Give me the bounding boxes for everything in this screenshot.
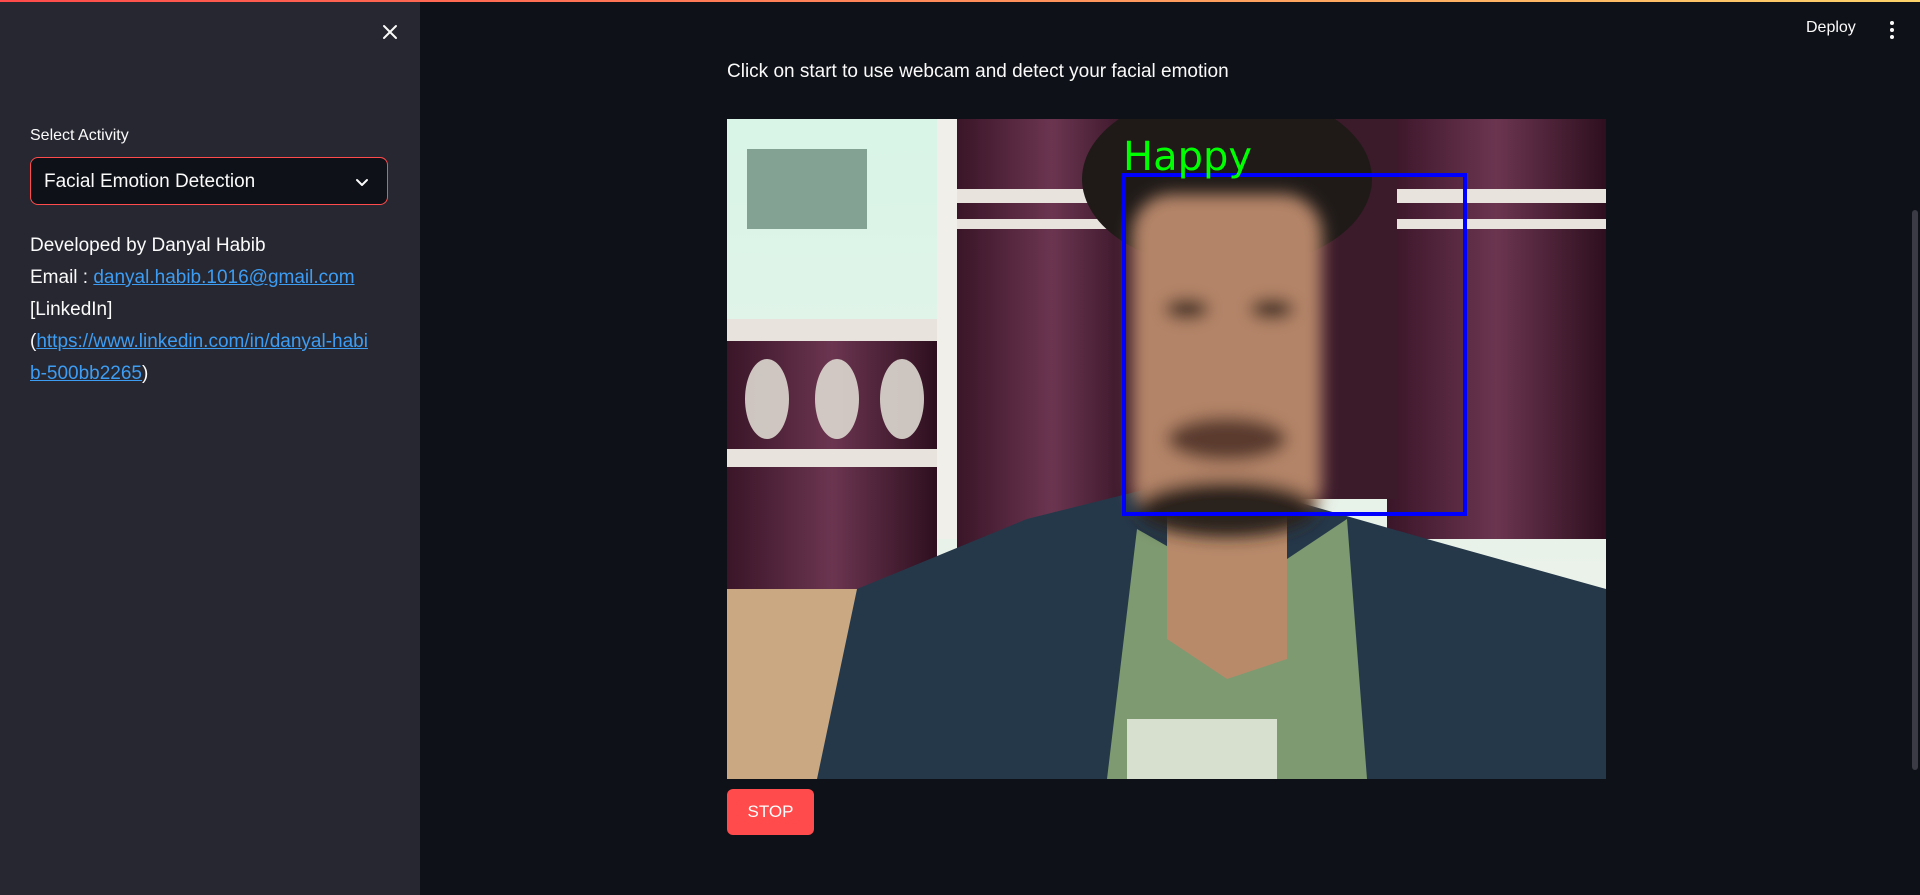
email-prefix: Email : bbox=[30, 267, 94, 288]
linkedin-line: (https://www.linkedin.com/in/danyal-habi… bbox=[30, 326, 370, 390]
webcam-video-frame: Happy bbox=[727, 119, 1606, 779]
developer-info: Developed by Danyal Habib Email : danyal… bbox=[30, 230, 370, 390]
linkedin-label: [LinkedIn] bbox=[30, 299, 113, 320]
linkedin-close-paren: ) bbox=[142, 363, 149, 384]
email-link[interactable]: danyal.habib.1016@gmail.com bbox=[93, 267, 354, 288]
close-icon bbox=[383, 25, 397, 39]
kebab-menu-icon bbox=[1890, 21, 1894, 39]
webcam-feed bbox=[727, 119, 1606, 779]
main-scrollbar[interactable] bbox=[1912, 210, 1918, 770]
activity-select-value: Facial Emotion Detection bbox=[44, 171, 256, 192]
email-line: Email : danyal.habib.1016@gmail.com bbox=[30, 262, 370, 294]
deploy-button[interactable]: Deploy bbox=[1806, 19, 1856, 37]
sidebar: Select Activity Facial Emotion Detection… bbox=[0, 0, 420, 895]
select-activity-label: Select Activity bbox=[30, 127, 129, 144]
top-decoration-line bbox=[0, 0, 1920, 2]
close-sidebar-button[interactable] bbox=[378, 20, 402, 44]
activity-select[interactable]: Facial Emotion Detection bbox=[30, 157, 388, 205]
emotion-label: Happy bbox=[1123, 134, 1253, 180]
instruction-text: Click on start to use webcam and detect … bbox=[727, 61, 1229, 82]
developed-by-text: Developed by Danyal Habib bbox=[30, 235, 266, 256]
main-menu-button[interactable] bbox=[1884, 18, 1900, 42]
linkedin-link[interactable]: https://www.linkedin.com/in/danyal-habib… bbox=[30, 331, 368, 384]
chevron-down-icon bbox=[356, 179, 368, 186]
stop-button[interactable]: STOP bbox=[727, 789, 814, 835]
